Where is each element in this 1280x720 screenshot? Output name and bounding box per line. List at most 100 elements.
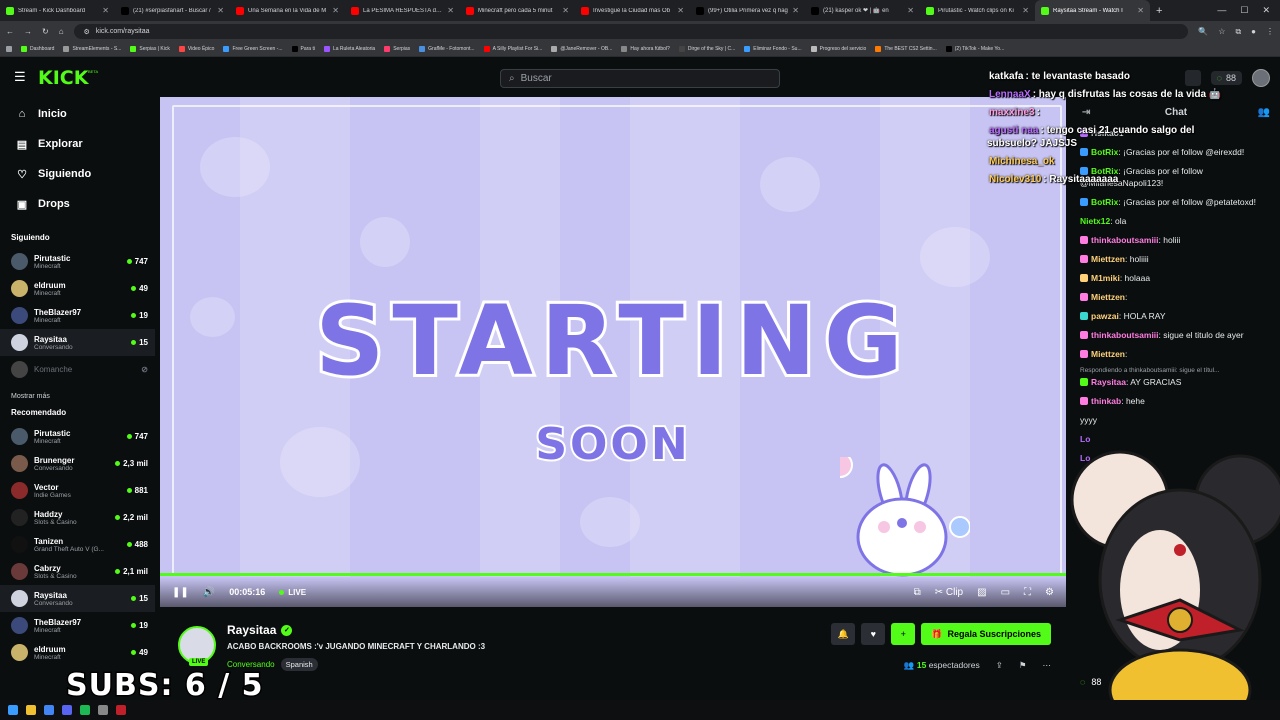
sidebar-nav-explorar[interactable]: ▤ Explorar	[0, 129, 155, 159]
bookmark-item[interactable]: Dirge of the Sky | C...	[678, 46, 735, 52]
theater-mode-icon[interactable]: ▭	[1001, 587, 1010, 598]
browser-tab[interactable]: Stream - Kick Dashboard ✕	[0, 0, 115, 21]
files-icon[interactable]	[26, 705, 36, 715]
bookmark-item[interactable]: Dashboard	[21, 46, 54, 52]
zoom-icon[interactable]: 🔍	[1198, 27, 1208, 37]
bookmark-item[interactable]: StreamElements - S...	[63, 46, 121, 52]
tab-close-icon[interactable]: ✕	[1022, 6, 1029, 15]
volume-icon[interactable]: 🔊	[203, 587, 215, 598]
notification-bell-icon[interactable]: 🔔	[831, 623, 856, 645]
browser-tab[interactable]: (21) kasper ok ❤ | 🤖 en ✕	[805, 0, 920, 21]
sidebar-channel[interactable]: Tanizen Grand Theft Auto V (G... 488	[0, 531, 155, 558]
tab-close-icon[interactable]: ✕	[1137, 6, 1144, 15]
sidebar-channel[interactable]: Raysitaa Conversando 15	[0, 329, 155, 356]
tab-close-icon[interactable]: ✕	[562, 6, 569, 15]
chat-username[interactable]: thinkaboutsamiii	[1091, 235, 1159, 245]
browser-tab[interactable]: Una Semana en la Vida de M ✕	[230, 0, 345, 21]
tab-close-icon[interactable]: ✕	[447, 6, 454, 15]
browser-menu-icon[interactable]: ⋮	[1266, 27, 1274, 37]
bookmark-item[interactable]: Progreso del servicio	[810, 46, 866, 52]
start-icon[interactable]	[8, 705, 18, 715]
chat-username[interactable]: thinkab	[1091, 396, 1121, 406]
home-icon[interactable]: ⌂	[59, 27, 64, 36]
gift-subs-button[interactable]: 🎁 Regala Suscripciones	[921, 623, 1051, 645]
settings-gear-icon[interactable]: ⚙	[1045, 587, 1054, 598]
browser-tab[interactable]: (21) #serpiasfanart - Buscar / ✕	[115, 0, 230, 21]
url-field[interactable]: ⚙ kick.com/raysitaa	[73, 24, 1189, 39]
search-input[interactable]: ⌕ Buscar	[500, 69, 780, 88]
bookmark-item[interactable]: GrafMe - Fotomont...	[419, 46, 475, 52]
sidebar-channel[interactable]: TheBlazer97 Minecraft 19	[0, 302, 155, 329]
bookmark-item[interactable]: Para ti	[291, 46, 315, 52]
sidebar-channel[interactable]: Cabrzy Slots & Casino 2,1 mil	[0, 558, 155, 585]
sidebar-channel[interactable]: TheBlazer97 Minecraft 19	[0, 612, 155, 639]
sidebar-nav-siguiendo[interactable]: ♡ Siguiendo	[0, 159, 155, 189]
bookmark-star-icon[interactable]: ☆	[1218, 27, 1225, 37]
report-icon[interactable]: ⚑	[1019, 660, 1027, 671]
chat-username[interactable]: Raysitaa	[1091, 377, 1126, 387]
bookmark-item[interactable]: @JaneRemover - OB...	[551, 46, 612, 52]
tab-close-icon[interactable]: ✕	[102, 6, 109, 15]
forward-icon[interactable]: →	[24, 27, 32, 36]
spotify-icon[interactable]	[80, 705, 90, 715]
clip-button[interactable]: ✂ Clip	[935, 587, 963, 598]
chat-username[interactable]: Nietx12	[1080, 216, 1110, 226]
bookmark-item[interactable]: Serpias	[384, 46, 410, 52]
progress-bar[interactable]	[160, 573, 1066, 576]
maximize-icon[interactable]: ☐	[1240, 5, 1248, 16]
chat-username[interactable]: pawzai	[1091, 311, 1119, 321]
tab-close-icon[interactable]: ✕	[332, 6, 339, 15]
show-more-link[interactable]: Mostrar más	[0, 393, 155, 400]
screenshot-icon[interactable]: ▨	[977, 587, 986, 598]
extensions-icon[interactable]: ⧉	[1235, 27, 1241, 37]
follow-heart-icon[interactable]: ♥	[861, 623, 886, 645]
browser-tab[interactable]: Investigué la Ciudad más Ob ✕	[575, 0, 690, 21]
app-icon[interactable]	[116, 705, 126, 715]
sidebar-nav-drops[interactable]: ▣ Drops	[0, 189, 155, 219]
sidebar-channel[interactable]: Vector Indie Games 881	[0, 477, 155, 504]
subscribe-plus-icon[interactable]: +	[891, 623, 916, 645]
new-tab-button[interactable]: +	[1150, 5, 1168, 17]
tab-close-icon[interactable]: ✕	[677, 6, 684, 15]
chat-username[interactable]: BotRix	[1091, 197, 1118, 207]
browser-tab[interactable]: (99+) Otilia Primera vez q hag ✕	[690, 0, 805, 21]
chat-username[interactable]: Miettzen	[1091, 254, 1125, 264]
sidebar-channel[interactable]: eldruum Minecraft 49	[0, 275, 155, 302]
chrome-icon[interactable]	[44, 705, 54, 715]
bookmark-item[interactable]: Free Green Screen -...	[223, 46, 283, 52]
chat-username[interactable]: Miettzen	[1091, 349, 1125, 359]
video-player[interactable]: STARTING SOON ❚❚ 🔊 00:05:16 LIVE ⧉ ✂ Cli…	[160, 97, 1066, 607]
chat-users-icon[interactable]: 👥	[1258, 107, 1270, 118]
more-options-icon[interactable]: ⋯	[1043, 660, 1052, 671]
sidebar-channel[interactable]: Brunenger Conversando 2,3 mil	[0, 450, 155, 477]
tab-close-icon[interactable]: ✕	[907, 6, 914, 15]
sidebar-channel[interactable]: Raysitaa Conversando 15	[0, 585, 155, 612]
bookmark-item[interactable]: Serpias | Kick	[130, 46, 170, 52]
menu-icon[interactable]: ☰	[14, 70, 26, 83]
apps-grid-icon[interactable]	[6, 46, 12, 52]
fullscreen-icon[interactable]: ⛶	[1024, 587, 1031, 598]
bookmark-item[interactable]: La Ruleta Aleatoria	[323, 46, 375, 52]
sidebar-channel[interactable]: Komanche ⊘	[0, 356, 155, 383]
reload-icon[interactable]: ↻	[42, 27, 49, 36]
sidebar-channel[interactable]: Pirutastic Minecraft 747	[0, 248, 155, 275]
obs-icon[interactable]	[98, 705, 108, 715]
bookmark-item[interactable]: Hay ahora fútbol?	[621, 46, 670, 52]
back-icon[interactable]: ←	[6, 27, 14, 36]
chat-username[interactable]: thinkaboutsamiii	[1091, 330, 1159, 340]
minimize-icon[interactable]: —	[1217, 5, 1226, 16]
tab-close-icon[interactable]: ✕	[217, 6, 224, 15]
sidebar-channel[interactable]: eldruum Minecraft 49	[0, 639, 155, 666]
language-tag[interactable]: Spanish	[280, 658, 318, 671]
site-info-icon[interactable]: ⚙	[84, 28, 90, 36]
chat-username[interactable]: M1miki	[1091, 273, 1120, 283]
browser-tab[interactable]: Raysitaa Stream - Watch I ✕	[1035, 0, 1150, 21]
sidebar-channel[interactable]: Pirutastic Minecraft 747	[0, 423, 155, 450]
bookmark-item[interactable]: A Silly Playlist For Si...	[483, 46, 542, 52]
kick-logo[interactable]: KICK	[38, 67, 88, 89]
picture-in-picture-icon[interactable]: ⧉	[914, 587, 921, 598]
streamer-name[interactable]: Raysitaa	[227, 623, 276, 637]
close-window-icon[interactable]: ✕	[1262, 5, 1270, 16]
share-icon[interactable]: ⇪	[996, 660, 1003, 671]
bookmark-item[interactable]: (2) TikTok - Make Yo...	[945, 46, 1004, 52]
